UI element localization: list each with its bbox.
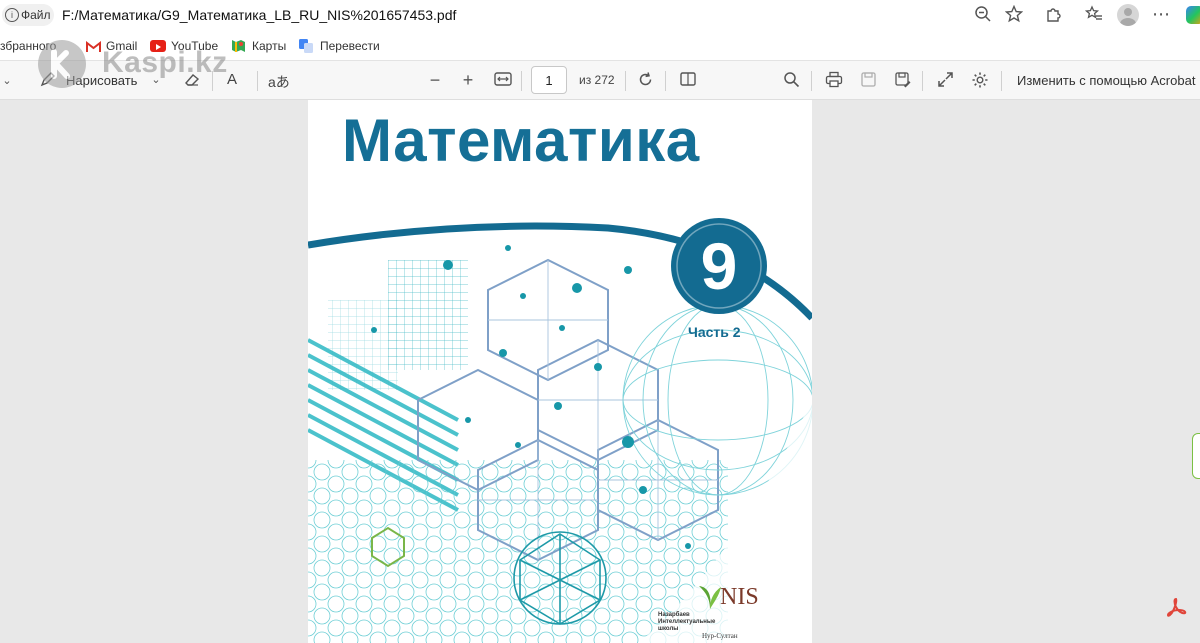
- toolbar-divider: [922, 71, 923, 91]
- copilot-icon[interactable]: [1186, 6, 1200, 24]
- site-info-chip[interactable]: i Файл: [2, 4, 54, 26]
- edit-with-acrobat-button[interactable]: Изменить с помощью Acrobat: [1017, 73, 1195, 88]
- publisher-line-2: Интеллектуальные: [658, 619, 716, 625]
- part-label: Часть 2: [688, 324, 741, 340]
- expand-icon[interactable]: [934, 71, 956, 94]
- address-bar: i Файл F:/Математика/G9_Математика_LB_RU…: [0, 0, 1200, 31]
- favorite-star-icon[interactable]: [1003, 4, 1025, 29]
- kaspi-watermark: Kaspi.kz: [36, 38, 276, 90]
- page-number-value: 1: [545, 73, 553, 88]
- page-view-icon[interactable]: [677, 71, 699, 93]
- acrobat-icon[interactable]: [1165, 597, 1187, 619]
- cover-art: [308, 218, 812, 643]
- save-icon[interactable]: [857, 71, 879, 94]
- extensions-puzzle-icon[interactable]: [1043, 5, 1065, 29]
- url-text[interactable]: F:/Математика/G9_Математика_LB_RU_NIS%20…: [62, 6, 456, 24]
- zoom-out-icon[interactable]: [972, 5, 994, 29]
- info-icon: i: [5, 8, 19, 22]
- more-menu-icon[interactable]: ⋯: [1150, 4, 1172, 24]
- publisher-line-3: школы: [658, 626, 679, 632]
- search-icon[interactable]: [780, 71, 802, 94]
- fit-to-width-icon[interactable]: [492, 71, 514, 93]
- nis-logo-text: NIS: [720, 584, 759, 610]
- nis-leaf-icon: [699, 586, 721, 609]
- grade-number: 9: [700, 229, 738, 303]
- pdf-page: Математика 9 Часть 2 NIS Назарбаев Интел…: [308, 100, 812, 643]
- pdf-viewer[interactable]: Математика 9 Часть 2 NIS Назарбаев Интел…: [0, 100, 1200, 643]
- kaspi-logo-icon: [38, 40, 86, 88]
- print-icon[interactable]: [823, 71, 845, 94]
- publisher-line-1: Назарбаев: [658, 612, 690, 618]
- toolbar-divider: [521, 71, 522, 91]
- favorites-list-icon[interactable]: [1083, 5, 1105, 29]
- zoom-in-plus-icon[interactable]: +: [457, 70, 479, 90]
- chevron-down-icon[interactable]: ⌄: [0, 71, 18, 91]
- file-chip-label: Файл: [21, 8, 51, 22]
- rotate-icon[interactable]: [634, 71, 656, 94]
- settings-gear-icon[interactable]: [969, 71, 991, 95]
- profile-avatar[interactable]: [1117, 4, 1139, 26]
- city-label: Нур-Султан: [702, 632, 738, 640]
- bookmark-translate[interactable]: Перевести: [320, 39, 380, 53]
- cover-title: Математика: [342, 107, 700, 174]
- save-as-icon[interactable]: [891, 71, 913, 94]
- page-total: из 272: [579, 73, 615, 87]
- translate-icon: [298, 38, 314, 54]
- side-panel-tab[interactable]: [1192, 433, 1200, 479]
- toolbar-divider: [811, 71, 812, 91]
- toolbar-divider: [625, 71, 626, 91]
- page-number-input[interactable]: 1: [531, 66, 567, 94]
- toolbar-divider: [665, 71, 666, 91]
- zoom-out-minus-icon[interactable]: −: [424, 70, 446, 90]
- nis-logo: NIS Назарбаев Интеллектуальные школы Нур…: [658, 578, 808, 643]
- toolbar-divider: [1001, 71, 1002, 91]
- watermark-text: Kaspi.kz: [102, 46, 228, 79]
